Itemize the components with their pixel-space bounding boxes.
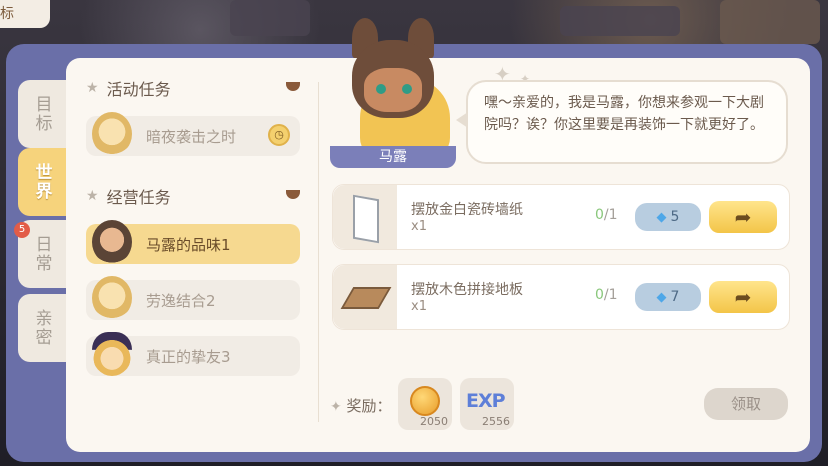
tab-goals[interactable]: 目标 [18,80,66,148]
quest-label: 马露的品味1 [146,235,231,254]
reward-amount: 2050 [420,415,448,428]
npc-nameplate: 马露 [330,146,456,168]
star-icon: ★ [86,80,99,96]
gem-icon: ◆ [656,289,667,305]
gem-skip-button[interactable]: ◆ 7 [635,283,701,311]
quest-item-work-rest[interactable]: 劳逸结合2 [86,276,300,320]
floor-thumbnail [333,265,397,329]
reward-coin[interactable]: 2050 [398,378,452,430]
background-prop [560,6,680,36]
quest-avatar [92,332,132,376]
quest-item-night-raid[interactable]: 暗夜袭击之时 ◷ [86,112,300,156]
task-row: 摆放木色拼接地板 x1 0/1 ◆ 7 ➦ [332,264,790,330]
background-prop [230,0,310,36]
gem-cost: 5 [670,209,680,225]
quest-avatar [92,276,132,320]
wallpaper-thumbnail [333,185,397,249]
task-name: 摆放木色拼接地板 [411,282,523,298]
daily-badge: 5 [14,222,30,238]
task-row: 摆放金白瓷砖墙纸 x1 0/1 ◆ 5 ➦ [332,184,790,250]
exp-icon: EXP [466,390,506,412]
reward-exp[interactable]: EXP 2556 [460,378,514,430]
top-tab[interactable]: 标 [0,0,50,28]
clock-icon: ◷ [268,124,290,146]
quest-item-malu-taste[interactable]: 马露的品味1 [86,220,300,264]
gem-skip-button[interactable]: ◆ 5 [635,203,701,231]
dialogue-bubble: 嘿～亲爱的，我是马露，你想来参观一下大剧院吗？诶？你这里要是再装饰一下就更好了。 [456,80,788,164]
quest-avatar [92,220,132,264]
claim-button[interactable]: 领取 [704,388,788,420]
go-button[interactable]: ➦ [709,281,777,313]
panel-divider [318,82,319,422]
gem-cost: 7 [670,289,680,305]
task-name: 摆放金白瓷砖墙纸 [411,202,523,218]
go-button[interactable]: ➦ [709,201,777,233]
tab-intimacy[interactable]: 亲密 [18,294,66,362]
section-title: 经营任务 [106,188,171,207]
quest-label: 真正的挚友3 [146,347,231,366]
quest-label: 暗夜袭击之时 [146,127,237,146]
star-icon: ★ [86,188,99,204]
tab-world[interactable]: 世界 [18,148,66,216]
task-progress: 0/1 [595,207,618,223]
background-prop [720,0,820,44]
section-title: 活动任务 [106,80,171,99]
section-business-quests: ★ 经营任务 [86,184,171,208]
reward-label: ✦ 奖励： [330,397,392,415]
task-count: x1 [411,299,427,314]
dialogue-text: 嘿～亲爱的，我是马露，你想来参观一下大剧院吗？诶？你这里要是再装饰一下就更好了。 [484,95,764,133]
task-count: x1 [411,219,427,234]
quest-avatar [92,112,132,156]
plus-icon: ✦ [330,399,342,415]
quest-item-true-friend[interactable]: 真正的挚友3 [86,332,300,376]
section-event-quests: ★ 活动任务 [86,76,171,100]
reward-amount: 2556 [482,415,510,428]
coin-icon [410,386,440,416]
task-progress: 0/1 [595,287,618,303]
gem-icon: ◆ [656,209,667,225]
quest-label: 劳逸结合2 [146,291,216,310]
